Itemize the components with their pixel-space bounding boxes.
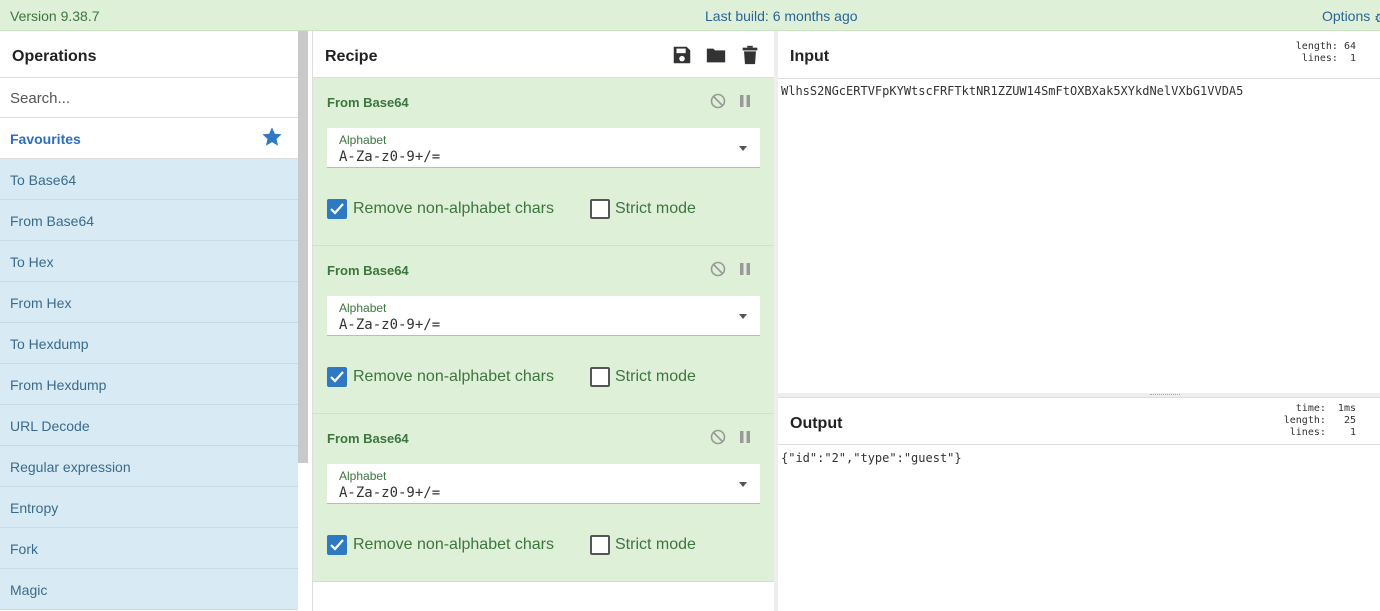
pause-icon[interactable]: [739, 262, 751, 276]
alphabet-value: A-Za-z0-9+/=: [339, 485, 441, 501]
chevron-down-icon: [739, 482, 747, 487]
operation-item[interactable]: To Hex: [0, 241, 298, 282]
operation-item[interactable]: From Hex: [0, 282, 298, 323]
operation-item[interactable]: To Hexdump: [0, 323, 298, 364]
operations-panel: Operations Favourites To Base64From Base…: [0, 31, 298, 611]
remove-nonalphabet-label[interactable]: Remove non-alphabet chars: [353, 368, 554, 386]
version-label: Version 9.38.7: [10, 8, 100, 24]
input-header: Input length: 64 lines: 1: [778, 31, 1380, 79]
favourites-category[interactable]: Favourites: [0, 118, 298, 159]
pause-icon[interactable]: [739, 94, 751, 108]
operation-item[interactable]: Entropy: [0, 487, 298, 528]
options-button[interactable]: Options ⚙: [1322, 8, 1380, 24]
output-header: Output time: 1ms length: 25 lines: 1: [778, 397, 1380, 445]
strict-mode-label[interactable]: Strict mode: [615, 368, 696, 386]
io-panel: Input length: 64 lines: 1 WlhsS2NGcERTVF…: [778, 31, 1380, 611]
remove-nonalphabet-label[interactable]: Remove non-alphabet chars: [353, 200, 554, 218]
alphabet-label: Alphabet: [339, 133, 387, 147]
input-stats: length: 64 lines: 1: [1295, 41, 1356, 64]
recipe-operation: From Base64 Alphabet A-Za-z0-9+/= Remove no…: [313, 78, 774, 246]
operation-item[interactable]: From Hexdump: [0, 364, 298, 405]
disable-icon[interactable]: [710, 261, 726, 277]
output-title: Output: [790, 415, 843, 432]
alphabet-value: A-Za-z0-9+/=: [339, 317, 441, 333]
alphabet-select[interactable]: Alphabet A-Za-z0-9+/=: [327, 464, 760, 504]
operations-scrollbar[interactable]: [298, 31, 310, 611]
star-icon[interactable]: [261, 126, 283, 148]
input-text[interactable]: WlhsS2NGcERTVFpKYWtscFRFTktNR1ZZUW14SmFt…: [781, 84, 1243, 98]
remove-nonalphabet-checkbox[interactable]: [327, 199, 347, 219]
operations-list: To Base64 From Base64 To Hex From Hex To Hex…: [0, 159, 298, 610]
input-title: Input: [790, 48, 830, 65]
folder-icon[interactable]: [705, 44, 727, 66]
operation-item[interactable]: URL Decode: [0, 405, 298, 446]
gear-icon: ⚙: [1374, 10, 1380, 22]
top-bar: Version 9.38.7 Last build: 6 months ago …: [0, 0, 1380, 31]
recipe-header: Recipe: [313, 31, 774, 78]
operation-name: From Base64: [327, 431, 409, 446]
pause-icon[interactable]: [739, 430, 751, 444]
alphabet-select[interactable]: Alphabet A-Za-z0-9+/=: [327, 296, 760, 336]
remove-nonalphabet-label[interactable]: Remove non-alphabet chars: [353, 536, 554, 554]
operation-name: From Base64: [327, 263, 409, 278]
strict-mode-checkbox[interactable]: [590, 367, 610, 387]
strict-mode-label[interactable]: Strict mode: [615, 536, 696, 554]
scrollbar-thumb[interactable]: [298, 31, 308, 463]
output-text[interactable]: {"id":"2","type":"guest"}: [781, 451, 962, 465]
alphabet-value: A-Za-z0-9+/=: [339, 149, 441, 165]
trash-icon[interactable]: [739, 44, 761, 66]
recipe-operations: From Base64 Alphabet A-Za-z0-9+/= Remove no…: [313, 78, 774, 582]
alphabet-label: Alphabet: [339, 469, 387, 483]
recipe-panel: Recipe From Base64 Alphabet A-Za-z0-9+/= Re…: [312, 31, 774, 611]
operations-title: Operations: [0, 31, 298, 78]
operation-name: From Base64: [327, 95, 409, 110]
recipe-operation: From Base64 Alphabet A-Za-z0-9+/= Remove no…: [313, 414, 774, 582]
options-label: Options: [1322, 8, 1371, 24]
strict-mode-checkbox[interactable]: [590, 199, 610, 219]
operation-item[interactable]: From Base64: [0, 200, 298, 241]
operation-item[interactable]: Fork: [0, 528, 298, 569]
operations-search: [0, 78, 298, 118]
remove-nonalphabet-checkbox[interactable]: [327, 535, 347, 555]
alphabet-label: Alphabet: [339, 301, 387, 315]
disable-icon[interactable]: [710, 93, 726, 109]
disable-icon[interactable]: [710, 429, 726, 445]
save-icon[interactable]: [671, 44, 693, 66]
recipe-operation: From Base64 Alphabet A-Za-z0-9+/= Remove no…: [313, 246, 774, 414]
favourites-label: Favourites: [10, 131, 81, 147]
remove-nonalphabet-checkbox[interactable]: [327, 367, 347, 387]
recipe-title: Recipe: [325, 48, 378, 65]
search-input[interactable]: [10, 90, 290, 107]
strict-mode-checkbox[interactable]: [590, 535, 610, 555]
operation-item[interactable]: Magic: [0, 569, 298, 610]
strict-mode-label[interactable]: Strict mode: [615, 200, 696, 218]
last-build-link[interactable]: Last build: 6 months ago: [705, 8, 858, 24]
chevron-down-icon: [739, 146, 747, 151]
alphabet-select[interactable]: Alphabet A-Za-z0-9+/=: [327, 128, 760, 168]
output-stats: time: 1ms length: 25 lines: 1: [1283, 403, 1356, 438]
chevron-down-icon: [739, 314, 747, 319]
operation-item[interactable]: Regular expression: [0, 446, 298, 487]
operation-item[interactable]: To Base64: [0, 159, 298, 200]
